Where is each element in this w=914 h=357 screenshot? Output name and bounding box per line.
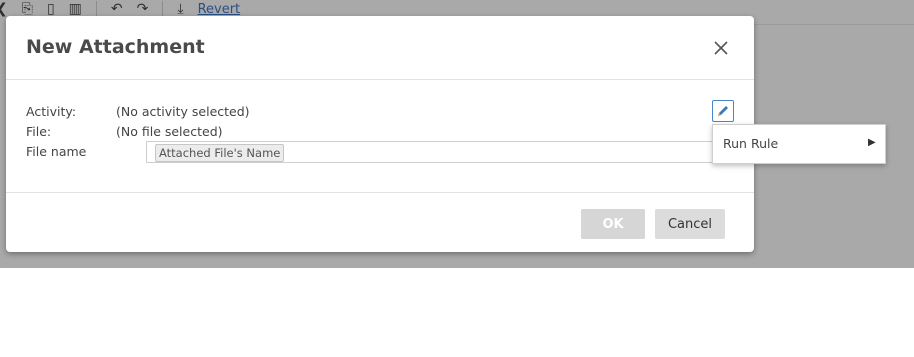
download-icon[interactable]: ⤓ (177, 2, 183, 16)
filename-field[interactable]: Attached File's Name (146, 141, 726, 163)
back-icon[interactable]: ❮ (0, 2, 8, 16)
dialog-title: New Attachment (26, 36, 205, 58)
delete-icon[interactable]: ▥ (69, 2, 82, 16)
ok-button[interactable]: OK (581, 209, 645, 239)
pencil-icon (718, 106, 728, 116)
redo-icon[interactable]: ↷ (137, 2, 149, 16)
new-attachment-dialog: New Attachment Activity: (No activity se… (6, 16, 754, 252)
paste-icon[interactable]: ▯ (47, 2, 55, 16)
undo-icon[interactable]: ↶ (111, 2, 123, 16)
file-value: (No file selected) (116, 124, 223, 139)
menu-item-label: Run Rule (723, 136, 779, 151)
cancel-button[interactable]: Cancel (655, 209, 725, 239)
activity-label: Activity: (26, 104, 77, 119)
menu-item-run-rule[interactable]: Run Rule ▶ (713, 125, 885, 163)
toolbar-separator (95, 1, 97, 17)
dialog-header: New Attachment (6, 16, 754, 80)
revert-link[interactable]: Revert (198, 2, 241, 17)
activity-value: (No activity selected) (116, 104, 250, 119)
filename-token[interactable]: Attached File's Name (155, 144, 285, 162)
dialog-body: Activity: (No activity selected) File: (… (6, 80, 754, 193)
copy-icon[interactable]: ⎘ (22, 2, 33, 16)
context-menu: Run Rule ▶ (712, 124, 886, 164)
filename-label: File name (26, 144, 87, 159)
close-icon (714, 41, 728, 55)
edit-button[interactable] (712, 100, 734, 122)
file-label: File: (26, 124, 52, 139)
pane-divider (752, 24, 914, 25)
submenu-arrow-icon: ▶ (868, 137, 876, 148)
dialog-footer: OK Cancel (6, 193, 754, 253)
close-button[interactable] (710, 37, 732, 59)
toolbar-separator (162, 1, 164, 17)
